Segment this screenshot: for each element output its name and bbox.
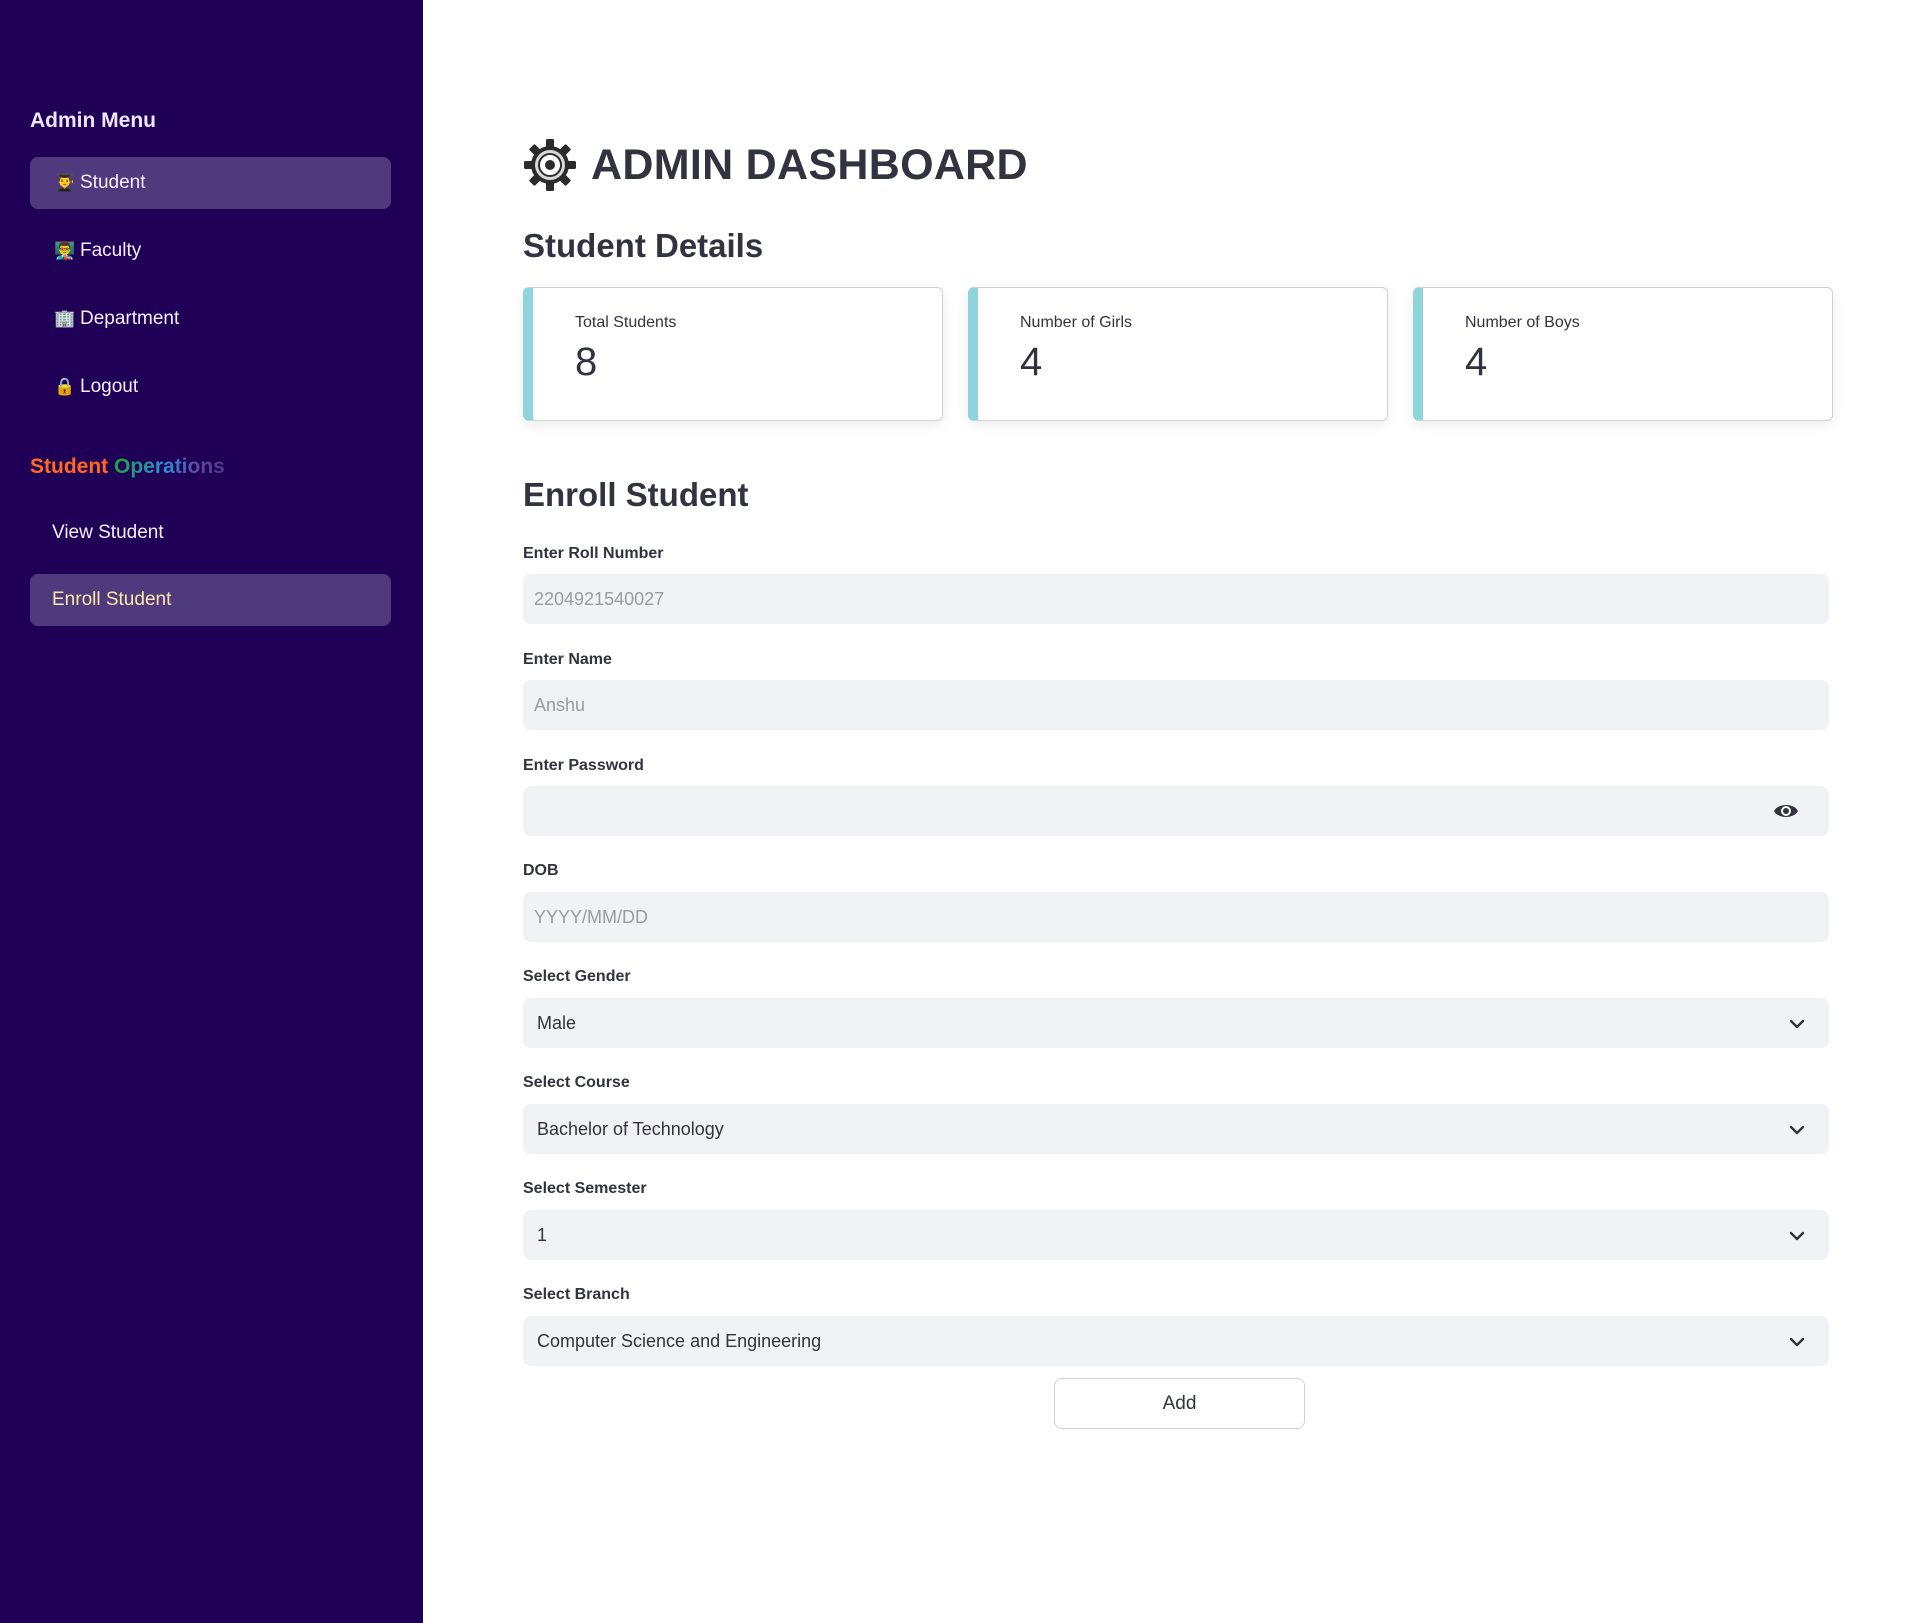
department-icon: 🏢: [54, 309, 76, 328]
total-students-card: Total Students 8: [523, 287, 943, 421]
chevron-down-icon: [1789, 1337, 1805, 1347]
girls-count-card: Number of Girls 4: [968, 287, 1388, 421]
semester-value: 1: [537, 1224, 548, 1245]
sidebar-item-logout[interactable]: 🔒 Logout: [30, 361, 391, 413]
password-label: Enter Password: [523, 757, 644, 774]
chevron-down-icon: [1789, 1231, 1805, 1241]
gender-value: Male: [537, 1012, 577, 1033]
boys-count-card: Number of Boys 4: [1413, 287, 1833, 421]
roll-number-label: Enter Roll Number: [523, 545, 664, 562]
page-title: ADMIN DASHBOARD: [523, 138, 1028, 192]
roll-number-input[interactable]: 2204921540027: [523, 574, 1829, 624]
chevron-down-icon: [1789, 1125, 1805, 1135]
eye-icon[interactable]: [1773, 800, 1799, 822]
card-value: 4: [1020, 340, 1043, 384]
card-label: Number of Girls: [1020, 314, 1133, 331]
password-input[interactable]: [523, 786, 1829, 836]
sub-item-label: Enroll Student: [52, 589, 172, 610]
gear-icon: [524, 139, 576, 191]
sidebar-item-label: Department: [80, 308, 180, 329]
course-select[interactable]: Bachelor of Technology: [523, 1104, 1829, 1154]
sidebar-item-label: Student: [80, 172, 146, 193]
dob-input[interactable]: YYYY/MM/DD: [523, 892, 1829, 942]
sidebar-item-student[interactable]: 👨‍🎓 Student: [30, 157, 391, 209]
sidebar-item-enroll-student[interactable]: Enroll Student: [30, 574, 391, 626]
card-label: Total Students: [575, 314, 677, 331]
ops-title-word1: Student: [30, 455, 109, 478]
name-label: Enter Name: [523, 651, 612, 668]
gender-select[interactable]: Male: [523, 998, 1829, 1048]
enroll-student-heading: Enroll Student: [523, 476, 749, 513]
student-operations-title: Student Operations: [30, 455, 225, 479]
card-value: 4: [1465, 340, 1488, 384]
course-label: Select Course: [523, 1074, 630, 1091]
sidebar-item-label: Faculty: [80, 240, 142, 261]
name-placeholder: Anshu: [534, 694, 586, 715]
card-label: Number of Boys: [1465, 314, 1580, 331]
dob-placeholder: YYYY/MM/DD: [534, 906, 649, 927]
branch-select[interactable]: Computer Science and Engineering: [523, 1316, 1829, 1366]
branch-value: Computer Science and Engineering: [537, 1330, 822, 1351]
semester-select[interactable]: 1: [523, 1210, 1829, 1260]
sidebar-item-label: Logout: [80, 376, 139, 397]
student-details-heading: Student Details: [523, 227, 764, 264]
admin-menu-title: Admin Menu: [30, 109, 156, 132]
lock-icon: 🔒: [54, 377, 76, 396]
add-button[interactable]: Add: [1054, 1378, 1305, 1429]
dashboard-title: ADMIN DASHBOARD: [591, 140, 1028, 189]
sidebar-item-view-student[interactable]: View Student: [30, 507, 391, 559]
roll-number-placeholder: 2204921540027: [534, 588, 665, 609]
semester-label: Select Semester: [523, 1180, 647, 1197]
main-content: ADMIN DASHBOARD Student Details Total St…: [423, 0, 1920, 1623]
name-input[interactable]: Anshu: [523, 680, 1829, 730]
faculty-icon: 👨‍🏫: [54, 241, 76, 260]
student-icon: 👨‍🎓: [54, 173, 76, 192]
card-value: 8: [575, 340, 598, 384]
sidebar-item-faculty[interactable]: 👨‍🏫 Faculty: [30, 225, 391, 277]
ops-title-word2: Operations: [114, 455, 225, 478]
chevron-down-icon: [1789, 1019, 1805, 1029]
gender-label: Select Gender: [523, 968, 631, 985]
sidebar-item-department[interactable]: 🏢 Department: [30, 293, 391, 345]
sub-item-label: View Student: [52, 522, 164, 543]
branch-label: Select Branch: [523, 1286, 630, 1303]
sidebar: Admin Menu 👨‍🎓 Student 👨‍🏫 Faculty 🏢 Dep…: [0, 0, 423, 1623]
dob-label: DOB: [523, 862, 559, 879]
course-value: Bachelor of Technology: [537, 1118, 724, 1139]
